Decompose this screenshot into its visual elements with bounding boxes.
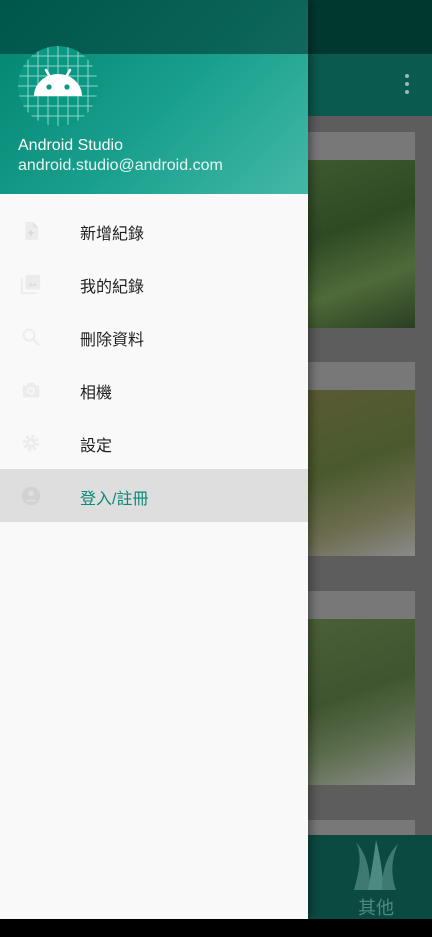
image-card[interactable] bbox=[300, 132, 415, 328]
drawer-item-camera[interactable]: 相機 bbox=[0, 363, 308, 416]
drawer-header: Android Studio android.studio@android.co… bbox=[0, 0, 308, 194]
image-card[interactable] bbox=[300, 820, 415, 835]
android-icon bbox=[18, 46, 98, 126]
drawer-item-my-records[interactable]: 我的紀錄 bbox=[0, 257, 308, 310]
drawer-item-login-register[interactable]: 登入/註冊 bbox=[0, 469, 308, 522]
photo-library-icon bbox=[20, 274, 41, 295]
drawer-item-label: 登入/註冊 bbox=[80, 491, 149, 508]
image-card[interactable] bbox=[300, 591, 415, 785]
bottom-nav-label-other[interactable]: 其他 bbox=[358, 894, 394, 920]
drawer-item-label: 我的紀錄 bbox=[80, 279, 145, 296]
drawer-item-delete-data[interactable]: 刪除資料 bbox=[0, 310, 308, 363]
account-email: android.studio@android.com bbox=[18, 157, 223, 174]
grass-icon bbox=[354, 840, 398, 890]
navigation-drawer: Android Studio android.studio@android.co… bbox=[0, 0, 308, 919]
image-card[interactable] bbox=[300, 362, 415, 556]
search-icon bbox=[22, 328, 41, 347]
drawer-menu: 新增紀錄 我的紀錄 刪除資料 相機 設定 登入/註冊 bbox=[0, 204, 308, 522]
system-navigation-bar bbox=[0, 919, 432, 937]
drawer-item-label: 設定 bbox=[80, 438, 113, 455]
drawer-item-label: 相機 bbox=[80, 385, 113, 402]
drawer-status-bar bbox=[0, 0, 308, 54]
account-circle-icon bbox=[21, 486, 41, 506]
overflow-menu-icon[interactable] bbox=[400, 74, 414, 98]
drawer-item-label: 刪除資料 bbox=[80, 332, 145, 349]
account-name: Android Studio bbox=[18, 137, 123, 154]
drawer-item-label: 新增紀錄 bbox=[80, 226, 145, 243]
camera-icon bbox=[22, 382, 40, 398]
drawer-item-settings[interactable]: 設定 bbox=[0, 416, 308, 469]
settings-icon bbox=[22, 434, 40, 452]
drawer-item-add-record[interactable]: 新增紀錄 bbox=[0, 204, 308, 257]
note-add-icon bbox=[25, 221, 39, 241]
